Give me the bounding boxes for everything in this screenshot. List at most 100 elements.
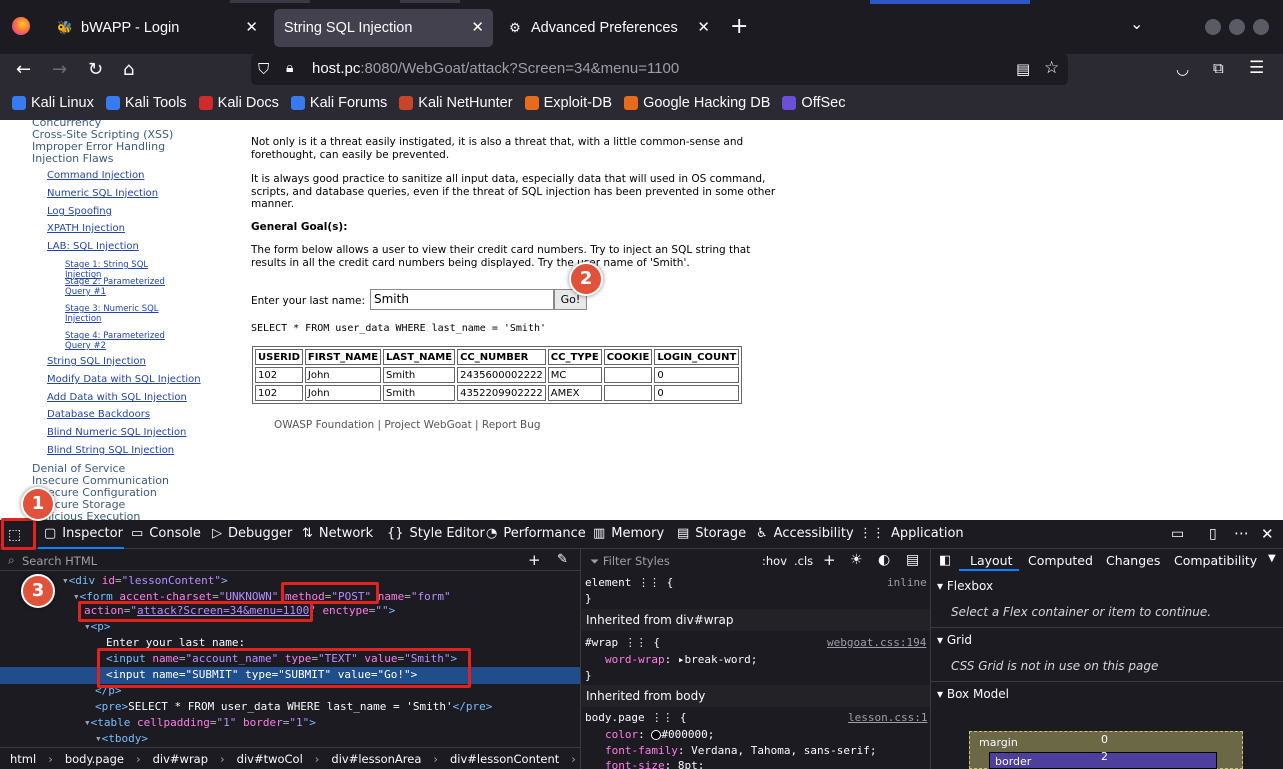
url-text[interactable]: host.pc:8080/WebGoat/attack?Screen=34&me… [312, 60, 679, 77]
chevron-down-icon[interactable]: ⌄ [1130, 14, 1143, 33]
border-value[interactable]: 2 [1101, 750, 1108, 763]
menu-item[interactable]: Modify Data with SQL Injection [47, 374, 201, 385]
lab-stage-item[interactable]: Stage 2: Parameterized Query #1 [65, 277, 185, 297]
breadcrumb-item[interactable]: div#wrap [153, 752, 208, 766]
sidebar-toggle-icon[interactable]: ◧ [939, 553, 951, 568]
tab-bwapp-login[interactable]: 🐝 bWAPP - Login ✕ [47, 9, 267, 47]
forward-icon[interactable]: → [52, 59, 67, 80]
bookmark-kali-nethunter[interactable]: Kali NetHunter [399, 95, 513, 111]
menu-item[interactable]: Numeric SQL Injection [47, 188, 158, 199]
tab-accessibility[interactable]: ♿︎ Accessibility [756, 526, 854, 541]
box-model-section[interactable]: ▾ Box Model [937, 687, 1009, 701]
footer-links[interactable]: OWASP Foundation | Project WebGoat | Rep… [274, 419, 541, 431]
rule-declaration[interactable]: color: #000000; [605, 728, 714, 741]
reload-icon[interactable]: ↻ [88, 59, 103, 80]
bookmark-offsec[interactable]: OffSec [782, 95, 845, 111]
markup-line[interactable]: <pre>SELECT * FROM user_data WHERE last_… [95, 700, 492, 713]
tab-changes[interactable]: Changes [1106, 553, 1160, 568]
menu-icon[interactable]: ☰ [1249, 58, 1264, 78]
menu-item[interactable]: Blind String SQL Injection [47, 445, 174, 456]
lastname-input[interactable]: Smith [370, 289, 554, 310]
breadcrumb-item[interactable]: div#lessonContent [450, 752, 559, 766]
tab-debugger[interactable]: ▷ Debugger [212, 526, 292, 541]
hov-button[interactable]: :hov [762, 554, 787, 568]
tab-performance[interactable]: ◔ Performance [486, 526, 586, 541]
cls-button[interactable]: .cls [794, 554, 813, 568]
tab-inspector[interactable]: ▢ Inspector [44, 526, 123, 541]
bookmark-exploit-db[interactable]: Exploit-DB [524, 95, 612, 111]
bookmark-kali-docs[interactable]: Kali Docs [198, 95, 279, 111]
home-icon[interactable]: ⌂ [123, 59, 134, 80]
add-rule-icon[interactable]: + [823, 551, 836, 569]
bookmark-star-icon[interactable]: ☆ [1044, 58, 1059, 78]
close-icon[interactable]: ✕ [697, 18, 710, 36]
tab-memory[interactable]: ▥ Memory [593, 526, 664, 541]
color-swatch[interactable] [651, 730, 662, 740]
more-options-icon[interactable]: ⋯ [1234, 524, 1249, 542]
tab-string-sql-injection[interactable]: String SQL Injection ✕ [274, 9, 493, 47]
close-icon[interactable]: ✕ [1261, 525, 1274, 543]
pocket-icon[interactable]: ◡ [1176, 60, 1189, 78]
menu-item[interactable]: Command Injection [47, 170, 144, 181]
bookmark-kali-forums[interactable]: Kali Forums [290, 95, 387, 111]
tab-layout[interactable]: Layout [970, 553, 1013, 568]
new-tab-icon[interactable]: + [730, 14, 748, 39]
tab-console[interactable]: ▭ Console [131, 526, 201, 541]
markup-line[interactable]: ▾<div id="lessonContent"> [62, 574, 228, 587]
menu-item[interactable]: XPATH Injection [47, 223, 125, 234]
margin-value[interactable]: 0 [1101, 733, 1108, 746]
shield-icon[interactable]: ⛉ [258, 60, 269, 78]
rule-selector[interactable]: body.page ⋮⋮ { [585, 711, 686, 724]
add-node-icon[interactable]: + [528, 551, 541, 569]
rule-selector[interactable]: #wrap ⋮⋮ { [585, 636, 660, 649]
minimize-button[interactable] [1205, 19, 1221, 35]
firefox-icon[interactable] [12, 17, 30, 35]
menu-category[interactable]: Injection Flaws [32, 152, 114, 165]
search-html-input[interactable]: Search HTML [22, 554, 97, 568]
breadcrumb-item[interactable]: div#lessonArea [331, 752, 421, 766]
menu-item[interactable]: Add Data with SQL Injection [47, 392, 187, 403]
tab-style-editor[interactable]: {} Style Editor [387, 526, 485, 541]
tab-compatibility[interactable]: Compatibility [1174, 553, 1257, 568]
flexbox-section[interactable]: ▾ Flexbox [937, 579, 993, 593]
rule-declaration[interactable]: font-family: Verdana, Tahoma, sans-serif… [605, 744, 877, 757]
filter-styles-input[interactable]: ⏷ Filter Styles [590, 554, 670, 569]
tab-application[interactable]: ⋮⋮ Application [859, 526, 964, 541]
rule-source-link[interactable]: lesson.css:1 [848, 711, 927, 724]
menu-item[interactable]: LAB: SQL Injection [47, 241, 139, 252]
lock-icon[interactable]: 🔒︎ [286, 60, 293, 76]
grid-section[interactable]: ▾ Grid [937, 633, 972, 647]
rule-declaration[interactable]: font-size: 8pt; [605, 759, 704, 769]
back-icon[interactable]: ← [16, 59, 31, 80]
rule-selector[interactable]: element ⋮⋮ { [585, 576, 673, 589]
close-window-button[interactable] [1253, 19, 1269, 35]
markup-line[interactable]: ▾<tbody> [95, 732, 148, 745]
menu-item[interactable]: Log Spoofing [47, 206, 112, 217]
bookmark-google-hacking-db[interactable]: Google Hacking DB [624, 95, 770, 111]
close-icon[interactable]: ✕ [245, 18, 258, 36]
chevron-down-icon[interactable]: ▼ [1268, 553, 1276, 564]
menu-item[interactable]: Database Backdoors [47, 409, 150, 420]
menu-item[interactable]: Blind Numeric SQL Injection [47, 427, 186, 438]
tab-network[interactable]: ⇅ Network [302, 526, 373, 541]
lab-stage-item[interactable]: Stage 3: Numeric SQL Injection [65, 304, 185, 324]
breadcrumb-item[interactable]: div#twoCol [237, 752, 303, 766]
menu-item[interactable]: String SQL Injection [47, 356, 146, 367]
bookmark-kali-tools[interactable]: Kali Tools [105, 95, 187, 111]
tab-computed[interactable]: Computed [1028, 553, 1093, 568]
extensions-icon[interactable]: ⧉ [1213, 59, 1224, 77]
eyedropper-icon[interactable]: ✎ [557, 552, 568, 567]
reader-view-icon[interactable]: ▤ [1016, 60, 1030, 78]
rule-source-link[interactable]: webgoat.css:194 [827, 636, 926, 649]
bookmark-kali-linux[interactable]: Kali Linux [12, 95, 94, 111]
rule-declaration[interactable]: word-wrap: ▸break-word; [605, 653, 757, 666]
maximize-button[interactable] [1229, 19, 1245, 35]
breadcrumb-item[interactable]: body.page [65, 752, 124, 766]
dark-theme-icon[interactable]: ◐ [878, 552, 890, 568]
dock-icon[interactable]: ▯ [1209, 526, 1217, 542]
close-icon[interactable]: ✕ [471, 18, 484, 36]
lab-stage-item[interactable]: Stage 4: Parameterized Query #2 [65, 331, 185, 351]
tab-storage[interactable]: ▤ Storage [677, 526, 746, 541]
breadcrumb-item[interactable]: html [10, 752, 36, 766]
light-theme-icon[interactable]: ☀ [850, 552, 863, 568]
